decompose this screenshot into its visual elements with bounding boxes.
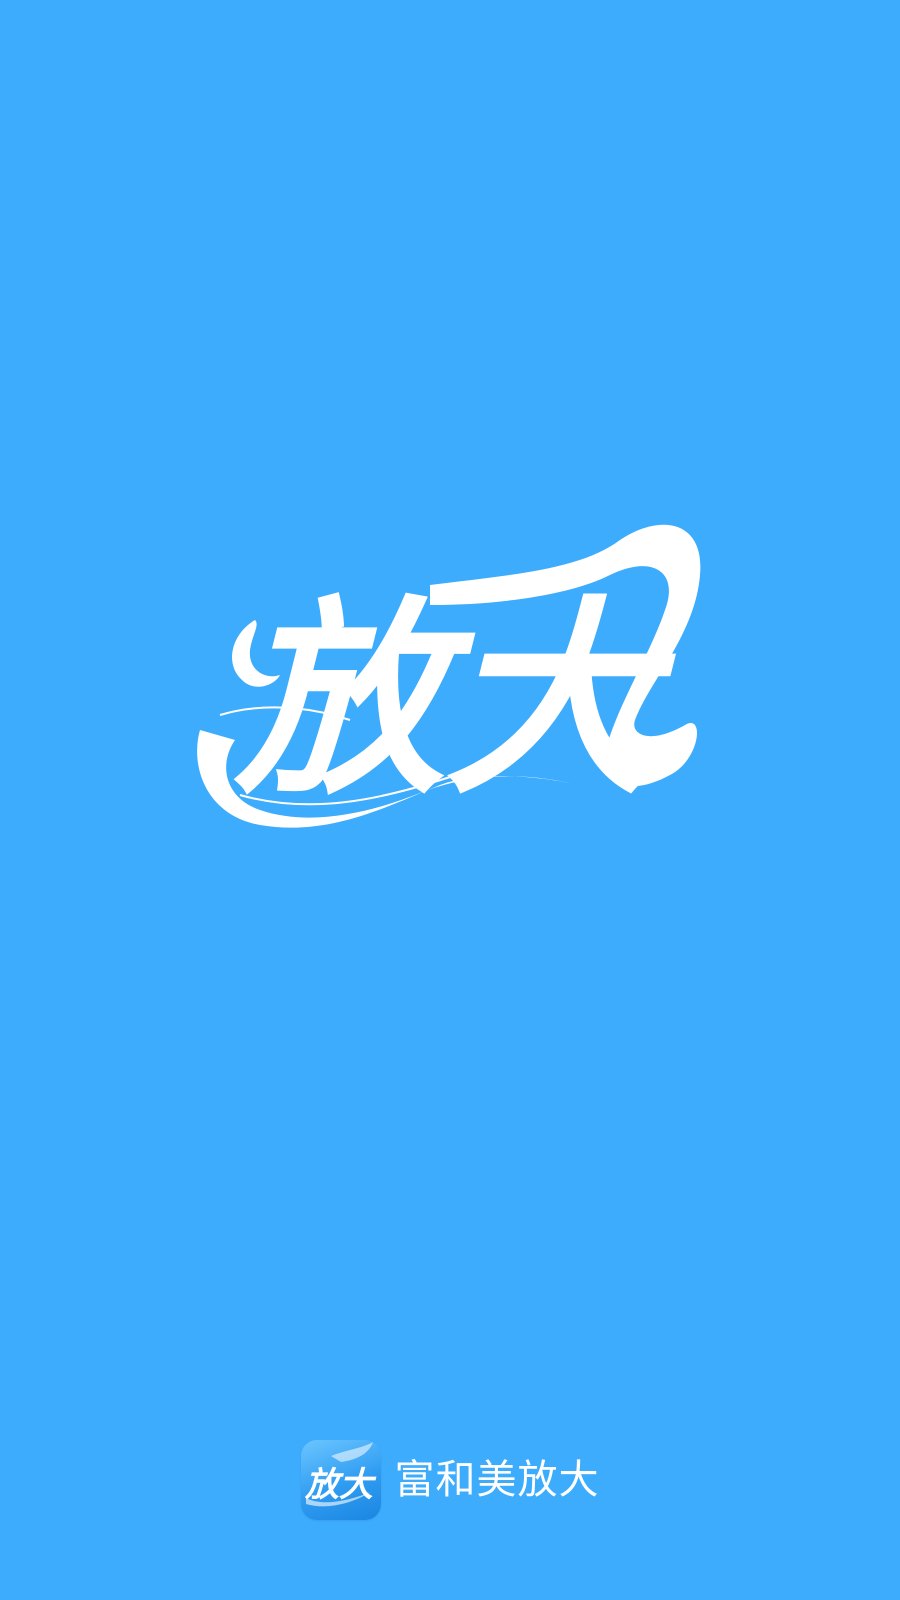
calligraphy-logo-icon: 放大 bbox=[197, 524, 701, 828]
app-icon-swash bbox=[330, 1442, 373, 1462]
logo-text: 放大 bbox=[233, 576, 677, 823]
app-icon: 放大 bbox=[300, 1440, 381, 1520]
footer-brand: 放大 富和美放大 bbox=[0, 1438, 900, 1522]
app-name: 富和美放大 bbox=[394, 1457, 600, 1503]
app-icon-text: 放大 bbox=[304, 1465, 377, 1505]
app-icon-graphic: 放大 bbox=[304, 1442, 377, 1507]
splash-screen: 放大 放大 富和美放大 bbox=[0, 0, 900, 1600]
splash-logo: 放大 bbox=[180, 515, 720, 845]
